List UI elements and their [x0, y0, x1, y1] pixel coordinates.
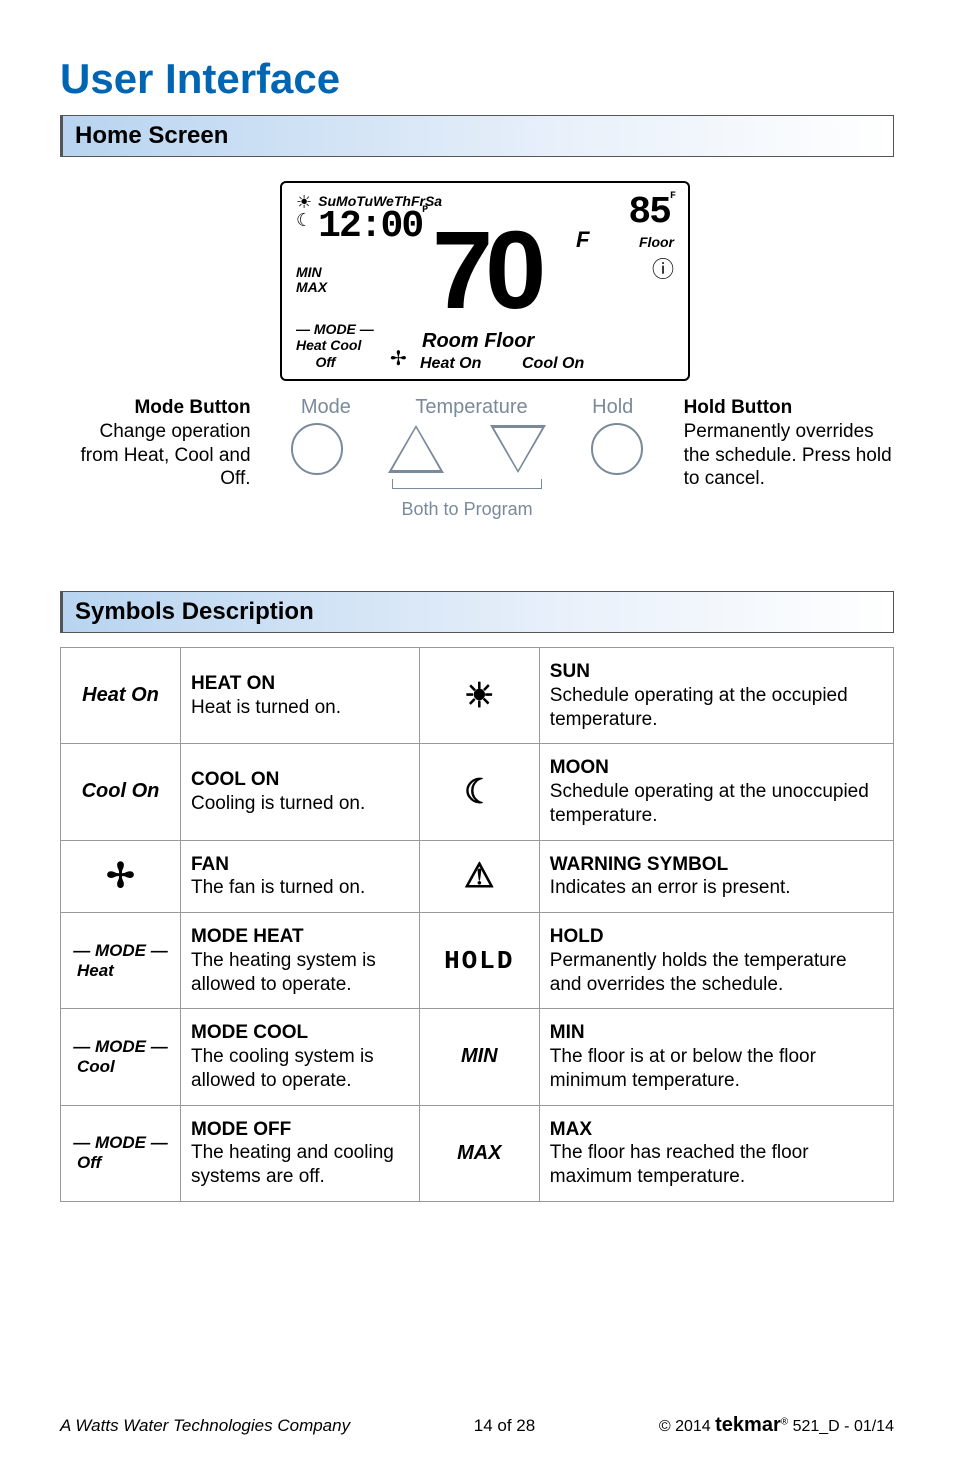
lcd-screen: ☀☾ SuMoTuWeThFrSa 12:00P MINMAX 70 F 85F…: [280, 181, 690, 381]
home-screen-diagram: ☀☾ SuMoTuWeThFrSa 12:00P MINMAX 70 F 85F…: [60, 171, 894, 591]
mode-indicator: — MODE — Heat Cool Off: [296, 321, 374, 371]
both-to-program-label: Both to Program: [269, 499, 666, 520]
symbol-desc: HEAT ONHeat is turned on.: [181, 648, 420, 744]
min-max-label: MINMAX: [296, 265, 327, 296]
symbol-desc: MODE HEATThe heating system is allowed t…: [181, 913, 420, 1009]
symbol-desc: MOONSchedule operating at the unoccupied…: [539, 744, 893, 840]
symbol-desc: SUNSchedule operating at the occupied te…: [539, 648, 893, 744]
mode-button[interactable]: [291, 423, 343, 475]
symbol-desc: MODE OFFThe heating and cooling systems …: [181, 1105, 420, 1201]
symbol-cell: ☾: [419, 744, 539, 840]
warning-icon: ⓘ: [628, 252, 674, 284]
symbol-cell: — MODE —Heat: [61, 913, 181, 1009]
symbol-desc: MODE COOLThe cooling system is allowed t…: [181, 1009, 420, 1105]
company-name: A Watts Water Technologies Company: [60, 1416, 350, 1436]
main-temp: 70: [432, 207, 538, 334]
symbol-desc: MAXThe floor has reached the floor maxim…: [539, 1105, 893, 1201]
mode-button-desc: Mode Button Change operation from Heat, …: [60, 396, 269, 520]
symbol-cell: MAX: [419, 1105, 539, 1201]
symbols-table: Heat OnHEAT ONHeat is turned on.☀SUNSche…: [60, 647, 894, 1202]
symbol-desc: WARNING SYMBOLIndicates an error is pres…: [539, 840, 893, 913]
symbol-desc: COOL ONCooling is turned on.: [181, 744, 420, 840]
temp-up-button[interactable]: [388, 425, 444, 473]
symbol-cell: — MODE —Cool: [61, 1009, 181, 1105]
symbol-cell: ✢: [61, 840, 181, 913]
temperature-label: Temperature: [415, 396, 527, 419]
temp-down-button[interactable]: [490, 425, 546, 473]
mode-label: Mode: [301, 396, 351, 419]
symbol-cell: ☀: [419, 648, 539, 744]
section-home-screen: Home Screen: [60, 115, 894, 157]
symbol-desc: MINThe floor is at or below the floor mi…: [539, 1009, 893, 1105]
page-number: 14 of 28: [474, 1416, 535, 1436]
heat-on-label: Heat On: [420, 355, 481, 373]
symbol-cell: MIN: [419, 1009, 539, 1105]
hold-button[interactable]: [591, 423, 643, 475]
floor-temp-block: 85F Floor ⓘ: [628, 191, 674, 284]
page-title: User Interface: [60, 55, 894, 103]
copyright: © 2014 tekmar® 521_D - 01/14: [659, 1414, 894, 1437]
symbol-cell: HOLD: [419, 913, 539, 1009]
symbol-desc: HOLDPermanently holds the temperature an…: [539, 913, 893, 1009]
symbol-cell: Heat On: [61, 648, 181, 744]
room-floor-label: Room Floor: [422, 330, 534, 353]
hold-button-desc: Hold Button Permanently overrides the sc…: [666, 396, 894, 520]
symbol-cell: ⚠: [419, 840, 539, 913]
button-panel: Mode Temperature Hold Both to Program: [269, 396, 666, 520]
fan-icon: ✢: [390, 346, 407, 371]
symbol-cell: Cool On: [61, 744, 181, 840]
hold-label: Hold: [592, 396, 633, 419]
main-temp-unit: F: [576, 227, 589, 253]
cool-on-label: Cool On: [522, 355, 584, 373]
sun-icon: ☀☾: [296, 193, 312, 229]
page-footer: A Watts Water Technologies Company 14 of…: [60, 1414, 894, 1437]
symbol-desc: FANThe fan is turned on.: [181, 840, 420, 913]
clock-time: 12:00P: [318, 205, 442, 248]
symbol-cell: — MODE —Off: [61, 1105, 181, 1201]
section-symbols: Symbols Description: [60, 591, 894, 633]
